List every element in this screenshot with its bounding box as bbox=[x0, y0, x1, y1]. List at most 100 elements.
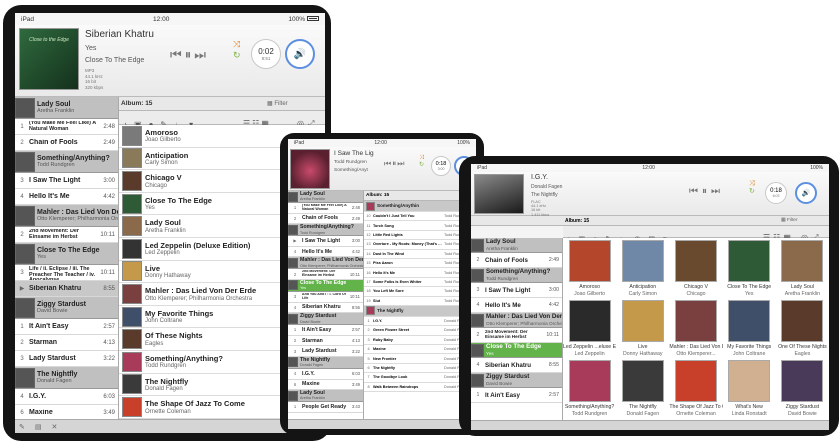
queue-track-row[interactable]: 2 Starman 4:13 bbox=[15, 335, 118, 351]
queue-track-row[interactable]: 2 Starman 4:13 bbox=[288, 336, 363, 347]
volume-button[interactable]: 🔊 bbox=[285, 39, 315, 69]
queue-track-row[interactable]: 4 I.G.Y. 6:03 bbox=[288, 369, 363, 380]
previous-icon[interactable]: ⏮ bbox=[384, 159, 392, 168]
queue-track-row[interactable]: 1 It Ain't Easy 2:57 bbox=[288, 325, 363, 336]
album-cell[interactable]: Something/Anything? Todd Rundgren bbox=[563, 360, 616, 417]
clear-icon[interactable]: ✕ bbox=[52, 424, 68, 431]
volume-button[interactable]: 🔊 bbox=[795, 182, 817, 204]
now-playing-art[interactable] bbox=[474, 174, 524, 214]
queue-track-row[interactable]: 3 And You And I : I. Cord Of Life 10:11 bbox=[288, 292, 363, 303]
bottom-bar: ✎▤✕ bbox=[15, 419, 325, 433]
shuffle-icon[interactable]: ⤨ bbox=[749, 180, 755, 188]
repeat-icon[interactable]: ↻ bbox=[419, 162, 424, 169]
album-title: Led Zeppelin ...eluxe Edition) bbox=[563, 344, 617, 350]
queue-track-row[interactable]: 2 2nd Movement: Der Einsame im Herbst 10:1… bbox=[288, 269, 363, 280]
queue-track-row[interactable]: 2 2nd Movement: Der Einsame im Herbst 10:1… bbox=[471, 328, 562, 343]
album-cell[interactable]: What's New Linda Ronstadt bbox=[723, 360, 776, 417]
shuffle-icon[interactable]: ⤨ bbox=[233, 39, 241, 50]
queue-track-row[interactable]: 1 (You Make Me Feel Like) A Natural Woman… bbox=[15, 119, 118, 135]
repeat-icon[interactable]: ↻ bbox=[749, 188, 755, 196]
album-artist: Aretha Franklin bbox=[784, 290, 820, 297]
queue-track-row[interactable]: 3 I Saw The Light 3:00 bbox=[471, 283, 562, 298]
album-artist: Yes bbox=[145, 205, 155, 212]
queue-track-row[interactable]: 3 Lady Stardust 3:22 bbox=[288, 346, 363, 357]
queue-track-row[interactable]: 2 2nd Movement: Der Einsame im Herbst 10:1… bbox=[15, 227, 118, 243]
queue-track-row[interactable]: 4 Siberian Khatru 8:55 bbox=[471, 358, 562, 373]
queue-album-header[interactable]: Lady Soul Aretha Franklin bbox=[15, 97, 118, 119]
play-queue[interactable]: Lady Soul Aretha Franklin 2 Chain of Fools 2… bbox=[471, 238, 563, 420]
queue-track-row[interactable]: 4 Hello It's Me 4:42 bbox=[288, 247, 363, 258]
album-cell[interactable]: Live Donny Hathaway bbox=[616, 300, 669, 357]
queue-track-row[interactable]: 4 I.G.Y. 6:03 bbox=[15, 389, 118, 405]
next-icon[interactable]: ⏭ bbox=[711, 186, 724, 197]
album-cell[interactable]: Mahler : Das Lied Von Der ErdeOtto Klemp… bbox=[669, 300, 723, 357]
queue-track-duration: 3:00 bbox=[103, 177, 115, 184]
progress-dial[interactable]: 0:18 6:03 bbox=[765, 182, 787, 204]
queue-album-header[interactable]: Mahler : Das Lied Von Der ErdeOtto Klemp… bbox=[288, 257, 363, 270]
queue-track-row[interactable]: 3 Lady Stardust 3:22 bbox=[15, 351, 118, 367]
play-queue[interactable]: Lady Soul Aretha Franklin 1 (You Make Me Fe… bbox=[15, 97, 119, 419]
queue-album-header[interactable]: Something/Anything? Todd Rundgren bbox=[15, 151, 118, 173]
queue-track-row[interactable]: 2 Chain of Fools 2:49 bbox=[471, 253, 562, 268]
queue-album-header[interactable]: The Nightfly Donald Fagen bbox=[15, 367, 118, 389]
queue-album-header[interactable]: Something/Anything? Todd Rundgren bbox=[471, 268, 562, 283]
album-cell[interactable]: My Favorite Things John Coltrane bbox=[723, 300, 776, 357]
album-cell[interactable]: Anticipation Carly Simon bbox=[616, 240, 669, 297]
filter-label[interactable]: ▦ Filter bbox=[781, 218, 798, 223]
queue-track-row[interactable]: 2 Chain of Fools 2:49 bbox=[15, 135, 118, 151]
next-icon[interactable]: ⏭ bbox=[194, 47, 209, 62]
repeat-icon[interactable]: ↻ bbox=[233, 50, 241, 61]
album-cell[interactable]: Led Zeppelin ...eluxe Edition)Led Zeppel… bbox=[563, 300, 616, 357]
progress-dial[interactable]: 0:02 8:51 bbox=[251, 39, 281, 69]
queue-track-row[interactable]: 3 And You And I : I. Cord Of Life / ii. E… bbox=[15, 265, 118, 281]
queue-track-row[interactable]: 6 Maxine 3:49 bbox=[15, 405, 118, 419]
play-queue[interactable]: Lady Soul Aretha Franklin 1 (You Make Me Fe… bbox=[288, 191, 364, 419]
pause-icon[interactable]: ⏸ bbox=[185, 47, 195, 62]
queue-album-header[interactable]: Close To The Edge Yes bbox=[288, 279, 363, 292]
queue-album-header[interactable]: Lady Soul Aretha Franklin bbox=[288, 191, 363, 203]
album-cell[interactable]: Chicago V Chicago bbox=[669, 240, 722, 297]
save-icon[interactable]: ▤ bbox=[35, 424, 52, 431]
now-playing-art[interactable]: Close to the Edge bbox=[19, 28, 79, 90]
album-cell[interactable]: The Shape Of Jazz To ComeOrnette Coleman bbox=[669, 360, 723, 417]
queue-track-row[interactable]: ▶ I Saw The Light 3:00 bbox=[288, 236, 363, 247]
queue-track-row[interactable]: 4 Hello It's Me 4:42 bbox=[471, 298, 562, 313]
album-cell[interactable]: Ziggy Stardust David Bowie bbox=[776, 360, 829, 417]
queue-track-row[interactable]: ▶ Siberian Khatru 8:55 bbox=[15, 281, 118, 297]
edit-icon[interactable]: ✎ bbox=[19, 424, 35, 431]
queue-album-header[interactable]: Close To The Edge Yes bbox=[15, 243, 118, 265]
queue-album-header[interactable]: Lady Soul Aretha Franklin bbox=[288, 390, 363, 403]
queue-album-header[interactable]: Ziggy Stardust David Bowie bbox=[471, 373, 562, 388]
queue-album-header[interactable]: Mahler : Das Lied Von Der ErdeOtto Klemp… bbox=[15, 205, 118, 227]
album-cell[interactable]: One Of These Nights Eagles bbox=[776, 300, 829, 357]
queue-track-row[interactable]: 1 People Get Ready 3:43 bbox=[288, 402, 363, 413]
queue-track-row[interactable]: 1 It Ain't Easy 2:57 bbox=[15, 319, 118, 335]
progress-dial[interactable]: 0:18 3:00 bbox=[431, 156, 451, 176]
queue-track-row[interactable]: 1 It Ain't Easy 2:57 bbox=[471, 388, 562, 403]
album-cell[interactable]: Amoroso Joao Gilberto bbox=[563, 240, 616, 297]
album-cell[interactable]: Close To The Edge Yes bbox=[723, 240, 776, 297]
pause-icon[interactable]: ⏸ bbox=[702, 186, 711, 197]
album-cell[interactable]: The Nightfly Donald Fagen bbox=[616, 360, 669, 417]
previous-icon[interactable]: ⏮ bbox=[170, 47, 185, 62]
queue-track-row[interactable]: 6 Maxine 3:49 bbox=[288, 380, 363, 391]
queue-album-header[interactable]: Something/Anything? Todd Rundgren bbox=[288, 224, 363, 237]
queue-album-thumb bbox=[471, 343, 484, 357]
queue-track-row[interactable]: 4 Hello It's Me 4:42 bbox=[15, 189, 118, 205]
queue-album-header[interactable]: Ziggy Stardust David Bowie bbox=[15, 297, 118, 319]
queue-album-header[interactable]: Lady Soul Aretha Franklin bbox=[471, 238, 562, 253]
queue-track-row[interactable]: 4 Siberian Khatru 8:55 bbox=[288, 303, 363, 314]
filter-label[interactable]: ▦ Filter bbox=[267, 100, 288, 107]
queue-album-header[interactable]: The Nightfly Donald Fagen bbox=[288, 356, 363, 369]
album-cell[interactable]: Lady Soul Aretha Franklin bbox=[776, 240, 829, 297]
queue-track-row[interactable]: 1 (You Make Me Feel Like) A Natural Woman… bbox=[288, 203, 363, 214]
previous-icon[interactable]: ⏮ bbox=[689, 186, 702, 197]
queue-track-row[interactable]: 3 I Saw The Light 3:00 bbox=[15, 173, 118, 189]
queue-album-header[interactable]: Ziggy Stardust David Bowie bbox=[288, 313, 363, 326]
queue-track-row[interactable]: 2 Chain of Fools 2:49 bbox=[288, 214, 363, 225]
album-grid[interactable]: Amoroso Joao Gilberto Anticipation Carly Si… bbox=[563, 238, 829, 420]
now-playing-art[interactable] bbox=[290, 149, 330, 189]
next-icon[interactable]: ⏭ bbox=[397, 159, 405, 168]
queue-album-header[interactable]: Mahler : Das Lied Von Der ErdeOtto Klemp… bbox=[471, 313, 562, 328]
queue-album-header[interactable]: Close To The Edge Yes bbox=[471, 343, 562, 358]
